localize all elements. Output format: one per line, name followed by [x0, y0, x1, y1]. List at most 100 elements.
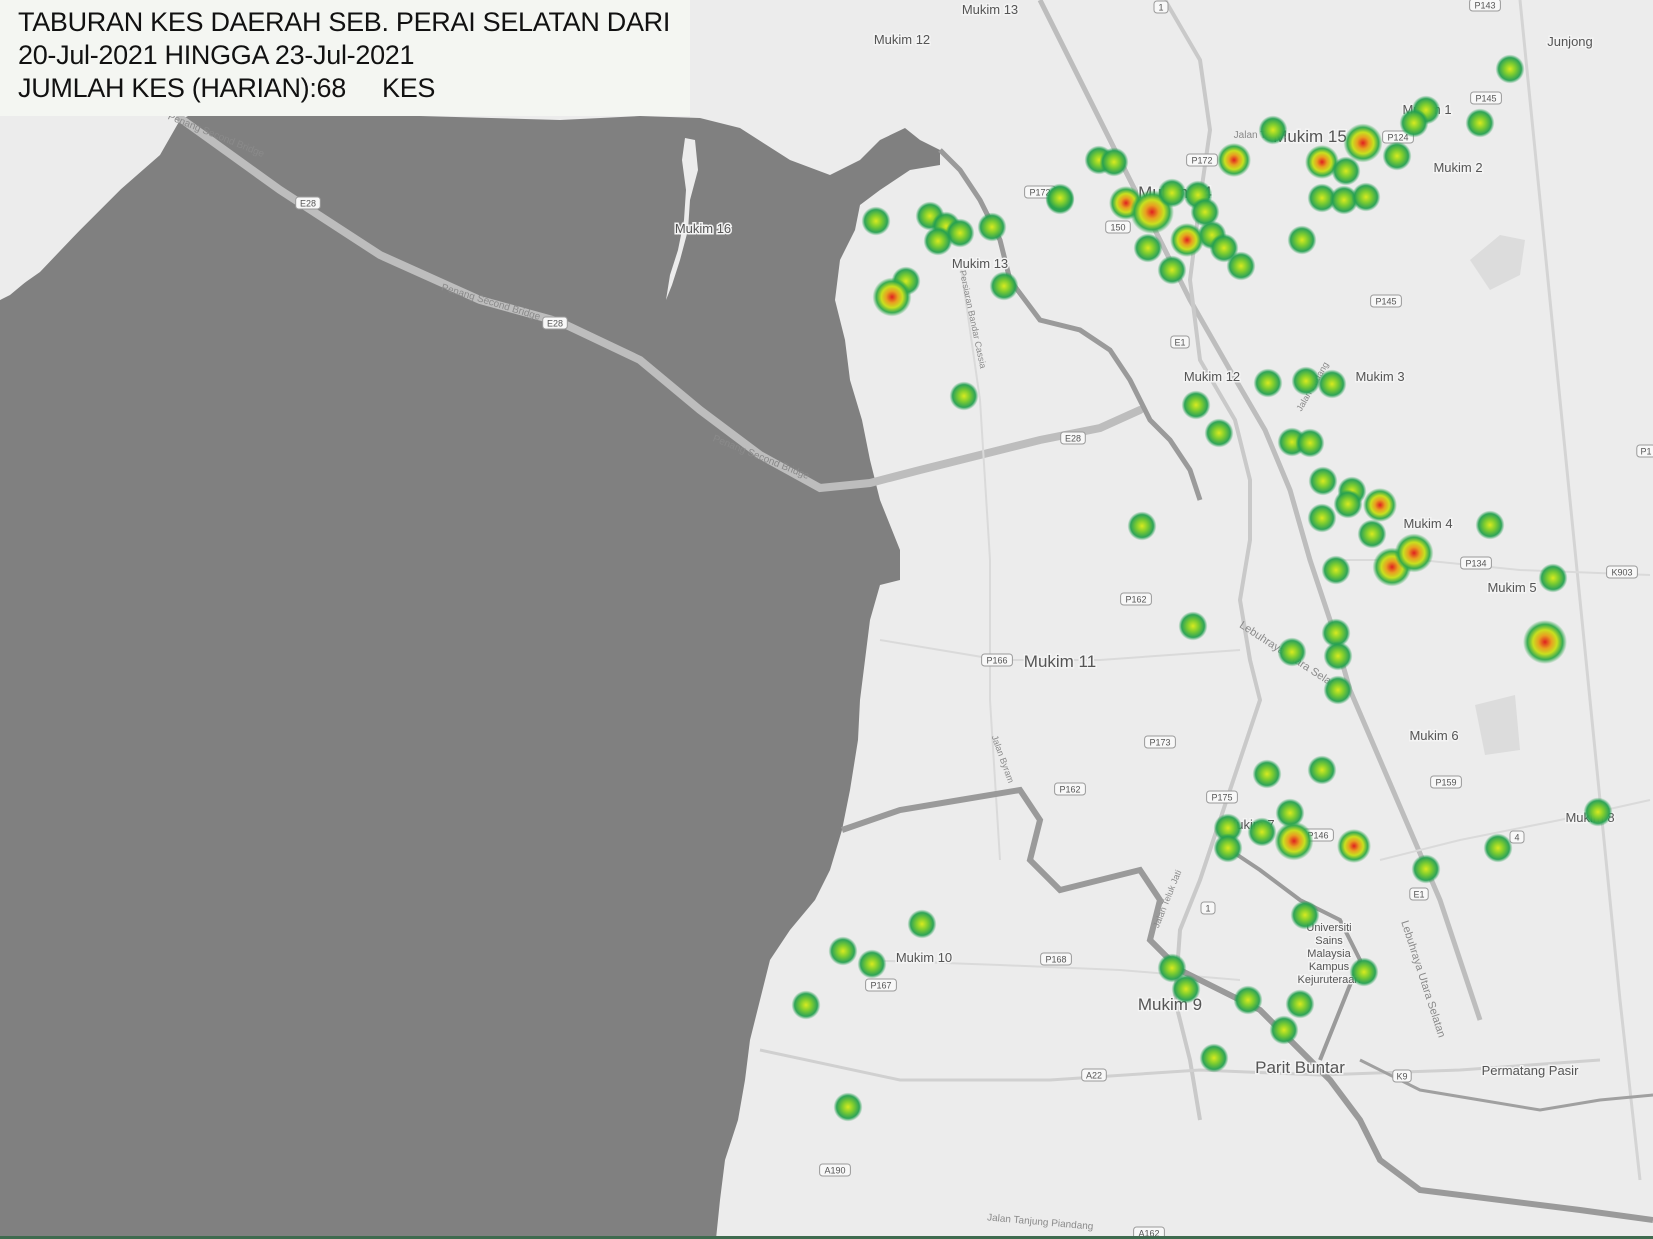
case-hotspot — [1363, 488, 1397, 522]
road-shield-label: P166 — [986, 656, 1007, 666]
case-hotspot — [1331, 156, 1361, 186]
case-hotspot — [907, 909, 937, 939]
case-hotspot — [1483, 833, 1513, 863]
case-hotspot — [1321, 555, 1351, 585]
road-shield-label: 150 — [1110, 223, 1125, 233]
case-hotspot — [1226, 251, 1256, 281]
road-shield-label: P145 — [1375, 297, 1396, 307]
case-hotspot — [1287, 225, 1317, 255]
road-shield-label: E1 — [1174, 338, 1185, 348]
case-hotspot — [1269, 1015, 1299, 1045]
case-hotspot — [1317, 369, 1347, 399]
place-label: Kampus — [1309, 961, 1350, 973]
place-label: Parit Buntar — [1255, 1058, 1345, 1077]
case-hotspot — [1133, 233, 1163, 263]
road-shield-label: P143 — [1474, 1, 1495, 11]
place-label: Mukim 3 — [1355, 369, 1404, 384]
place-label: Junjong — [1547, 34, 1593, 49]
road-shield-label: E28 — [547, 319, 563, 329]
case-hotspot — [1382, 141, 1412, 171]
case-hotspot — [1045, 183, 1075, 213]
road-shield-label: K9 — [1396, 1072, 1407, 1082]
road-shield-label: P173 — [1149, 738, 1170, 748]
case-hotspot — [1170, 223, 1204, 257]
title-line-1: TABURAN KES DAERAH SEB. PERAI SELATAN DA… — [18, 7, 671, 37]
road-shield-label: P145 — [1475, 94, 1496, 104]
case-hotspot — [923, 226, 953, 256]
case-hotspot — [872, 277, 912, 317]
case-hotspot — [1295, 428, 1325, 458]
road-shield-label: P134 — [1465, 559, 1486, 569]
place-label: Mukim 13 — [952, 256, 1008, 271]
case-hotspot — [977, 212, 1007, 242]
case-hotspot — [1333, 489, 1363, 519]
road-shield-label: K903 — [1611, 568, 1632, 578]
case-hotspot — [833, 1092, 863, 1122]
place-label: Permatang Pasir — [1482, 1063, 1579, 1078]
case-hotspot — [1290, 900, 1320, 930]
case-hotspot — [1277, 637, 1307, 667]
road-shield-label: P172 — [1191, 156, 1212, 166]
case-hotspot — [1233, 985, 1263, 1015]
case-hotspot — [1465, 108, 1495, 138]
case-hotspot — [1308, 466, 1338, 496]
case-hotspot — [1307, 503, 1337, 533]
road-shield-label: E28 — [300, 199, 316, 209]
case-hotspot — [1213, 833, 1243, 863]
road-shield-label: P1 — [1640, 447, 1651, 457]
case-hotspot — [1538, 563, 1568, 593]
case-hotspot — [1291, 366, 1321, 396]
road-shield-label: P162 — [1125, 595, 1146, 605]
case-hotspot — [1099, 147, 1129, 177]
road-shield-label: A190 — [824, 1166, 845, 1176]
case-hotspot — [861, 206, 891, 236]
case-hotspot — [1181, 390, 1211, 420]
case-hotspot — [1523, 620, 1567, 664]
case-hotspot — [1171, 974, 1201, 1004]
case-hotspot — [1127, 511, 1157, 541]
case-hotspot — [1343, 123, 1383, 163]
case-hotspot — [1337, 829, 1371, 863]
case-hotspot — [1475, 510, 1505, 540]
place-label: Mukim 4 — [1403, 516, 1452, 531]
place-label: Mukim 16 — [675, 221, 731, 236]
road-shield-label: 1 — [1205, 904, 1210, 914]
case-hotspot — [1247, 817, 1277, 847]
case-hotspot — [1204, 418, 1234, 448]
place-label: Mukim 6 — [1409, 728, 1458, 743]
place-label: Mukim 5 — [1487, 580, 1536, 595]
case-hotspot — [1252, 759, 1282, 789]
case-hotspot — [1253, 368, 1283, 398]
case-hotspot — [1285, 989, 1315, 1019]
case-summary-panel: TABURAN KES DAERAH SEB. PERAI SELATAN DA… — [0, 0, 690, 116]
place-label: Mukim 2 — [1433, 160, 1482, 175]
case-hotspot — [1258, 115, 1288, 145]
case-hotspot — [989, 271, 1019, 301]
road-shield-label: E1 — [1413, 890, 1424, 900]
case-hotspot — [1583, 797, 1613, 827]
title-line-2: 20-Jul-2021 HINGGA 23-Jul-2021 — [18, 40, 415, 70]
title-line-3: JUMLAH KES (HARIAN):68 KES — [18, 73, 436, 103]
case-hotspot — [857, 949, 887, 979]
place-label: Malaysia — [1307, 948, 1351, 960]
road-shield-label: P159 — [1435, 778, 1456, 788]
road-shield-label: 1 — [1158, 3, 1163, 13]
case-hotspot — [1307, 755, 1337, 785]
map-canvas[interactable]: Mukim 13Mukim 12JunjongMukim 1Mukim 15Mu… — [0, 0, 1653, 1239]
case-hotspot — [1495, 54, 1525, 84]
case-hotspot — [1217, 143, 1251, 177]
road-shield-label: P162 — [1059, 785, 1080, 795]
place-label: Mukim 13 — [962, 2, 1018, 17]
road-shield-label: 4 — [1514, 833, 1519, 843]
case-hotspot — [1274, 821, 1314, 861]
case-hotspot — [949, 381, 979, 411]
case-hotspot — [1157, 178, 1187, 208]
place-label: Mukim 12 — [1184, 369, 1240, 384]
road-shield-label: P168 — [1045, 955, 1066, 965]
road-shield-label: P167 — [870, 981, 891, 991]
case-hotspot — [828, 936, 858, 966]
place-label: Mukim 10 — [896, 950, 952, 965]
case-hotspot — [1157, 255, 1187, 285]
road-shield-label: P175 — [1211, 793, 1232, 803]
case-hotspot — [1199, 1043, 1229, 1073]
